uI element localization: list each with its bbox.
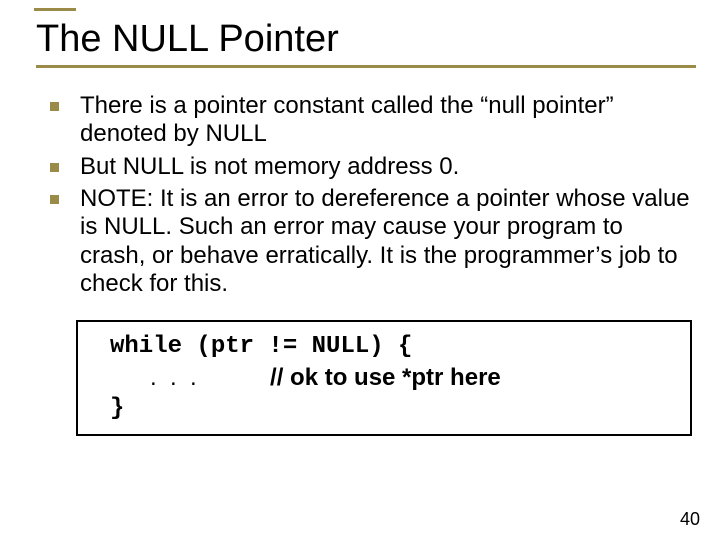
body: There is a pointer constant called the “… [46,92,694,436]
code-line: } [86,394,682,425]
bullet-group-2: NOTE: It is an error to dereference a po… [46,185,694,298]
bullet-text: NOTE: It is an error to dereference a po… [80,185,690,297]
code-box: while (ptr != NULL) { . . . // ok to use… [76,320,692,436]
code-line: while (ptr != NULL) { [86,332,682,363]
list-item: There is a pointer constant called the “… [46,92,694,149]
slide: The NULL Pointer There is a pointer cons… [0,0,720,540]
list-item: But NULL is not memory address 0. [46,153,694,181]
code-dots: . . . [110,364,270,391]
title-underline [36,65,696,68]
bullet-text: There is a pointer constant called the “… [80,92,614,147]
code-comment: // ok to use *ptr here [270,364,501,391]
bullet-text: But NULL is not memory address 0. [80,153,459,180]
title-accent [34,8,76,11]
bullet-group-1: There is a pointer constant called the “… [46,92,694,181]
list-item: NOTE: It is an error to dereference a po… [46,185,694,298]
page-number: 40 [680,509,700,530]
title-block: The NULL Pointer [36,18,696,68]
slide-title: The NULL Pointer [36,18,696,65]
code-line: . . . // ok to use *ptr here [86,363,682,394]
